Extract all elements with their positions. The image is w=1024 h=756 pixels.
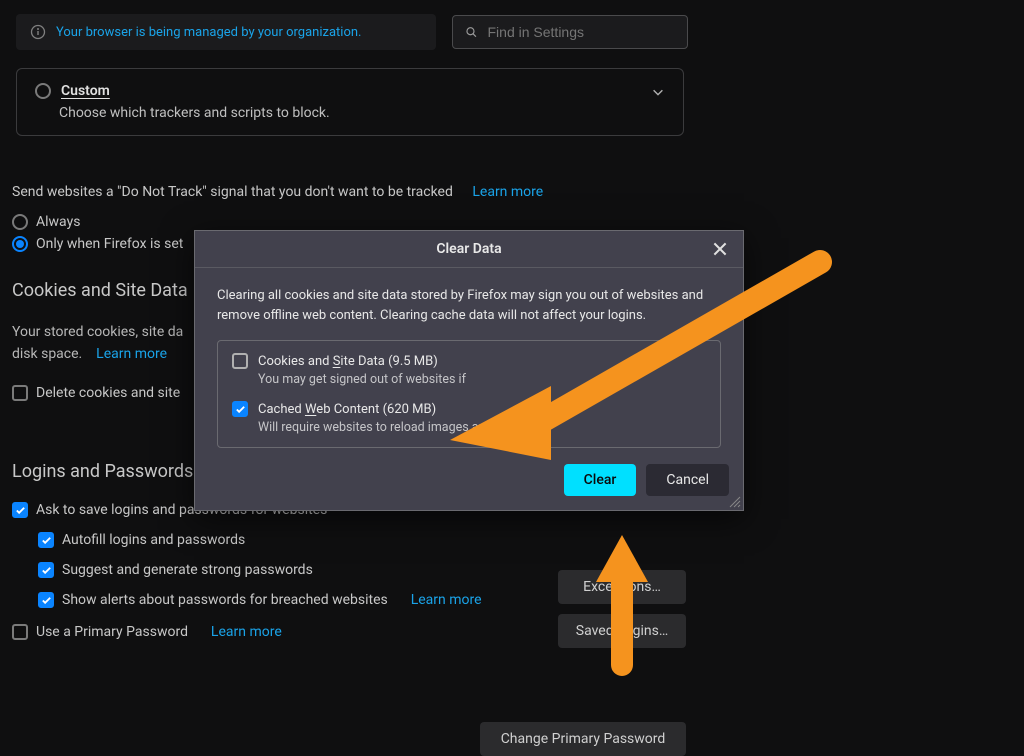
custom-desc: Choose which trackers and scripts to blo… (59, 105, 665, 121)
tracking-custom-panel[interactable]: Custom Choose which trackers and scripts… (16, 68, 684, 136)
primary-learn-more[interactable]: Learn more (211, 624, 282, 640)
dnt-text: Send websites a "Do Not Track" signal th… (12, 184, 453, 200)
change-pw-label: Change Primary Password (501, 731, 666, 747)
cb-suggest[interactable] (38, 562, 54, 578)
organization-notice-text[interactable]: Your browser is being managed by your or… (56, 25, 361, 40)
radio-custom[interactable] (35, 83, 51, 99)
alerts-label: Show alerts about passwords for breached… (62, 592, 388, 608)
alerts-learn-more[interactable]: Learn more (411, 592, 482, 608)
dnt-learn-more[interactable]: Learn more (472, 184, 543, 200)
cb-delete-cookies[interactable] (12, 385, 28, 401)
saved-logins-button[interactable]: Saved Logins… (558, 614, 686, 648)
saved-logins-label: Saved Logins… (576, 623, 668, 639)
dialog-options: Cookies and Site Data (9.5 MB) You may g… (217, 340, 721, 448)
search-input[interactable] (488, 24, 676, 40)
delete-cookies-label: Delete cookies and site (36, 385, 180, 401)
search-icon (465, 25, 478, 39)
opt1-sub: You may get signed out of websites if (258, 372, 706, 387)
clear-data-dialog: Clear Data Clearing all cookies and site… (194, 230, 744, 511)
cookies-desc-b: disk space. (12, 346, 82, 362)
custom-label: Custom (61, 83, 110, 99)
cb-clear-cookies[interactable] (232, 353, 248, 369)
cookies-desc-a: Your stored cookies, site da (12, 324, 183, 340)
change-primary-password-button[interactable]: Change Primary Password (480, 722, 686, 756)
cancel-button[interactable]: Cancel (646, 464, 729, 496)
exceptions-button[interactable]: Exceptions… (558, 570, 686, 604)
dnt-only-label: Only when Firefox is set (36, 236, 183, 252)
radio-dnt-only[interactable] (12, 236, 28, 252)
resize-grip-icon[interactable] (727, 494, 741, 508)
cancel-label: Cancel (666, 472, 709, 488)
dialog-paragraph: Clearing all cookies and site data store… (217, 286, 721, 326)
cb-ask-save-logins[interactable] (12, 502, 28, 518)
exceptions-label: Exceptions… (583, 579, 661, 595)
cookies-learn-more[interactable]: Learn more (96, 346, 167, 362)
option-cache: Cached Web Content (620 MB) Will require… (232, 401, 706, 435)
cb-clear-cache[interactable] (232, 401, 248, 417)
autofill-label: Autofill logins and passwords (62, 532, 245, 548)
cb-alerts[interactable] (38, 592, 54, 608)
radio-dnt-always[interactable] (12, 214, 28, 230)
opt2-sub: Will require websites to reload images a… (258, 420, 706, 435)
cb-autofill[interactable] (38, 532, 54, 548)
info-icon (30, 24, 46, 40)
cb-primary-password[interactable] (12, 624, 28, 640)
search-input-wrapper[interactable] (452, 15, 688, 49)
clear-label: Clear (584, 472, 617, 488)
organization-notice: Your browser is being managed by your or… (16, 14, 436, 50)
clear-button[interactable]: Clear (564, 464, 637, 496)
opt1-label: Cookies and Site Data (9.5 MB) (258, 354, 438, 369)
suggest-label: Suggest and generate strong passwords (62, 562, 313, 578)
dialog-title-text: Clear Data (436, 241, 501, 257)
primary-label: Use a Primary Password (36, 624, 188, 640)
dialog-title: Clear Data (195, 231, 743, 268)
option-cookies: Cookies and Site Data (9.5 MB) You may g… (232, 353, 706, 387)
close-icon[interactable] (711, 240, 729, 258)
chevron-down-icon[interactable] (651, 85, 665, 99)
opt2-label: Cached Web Content (620 MB) (258, 402, 436, 417)
dnt-always-label: Always (36, 214, 80, 230)
